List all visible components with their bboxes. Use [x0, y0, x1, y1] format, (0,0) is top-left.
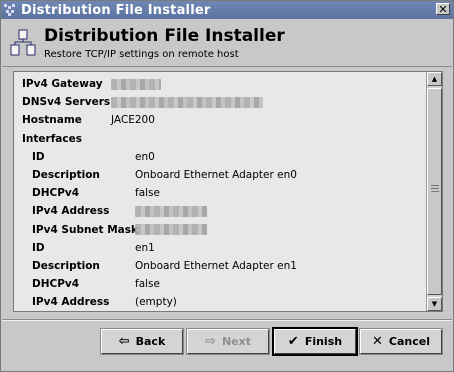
- property-value: en0: [135, 150, 155, 163]
- property-label: DHCPv4: [32, 187, 80, 200]
- redaction-blur: [135, 205, 207, 217]
- app-icon: [4, 4, 16, 16]
- property-label: ID: [32, 241, 45, 254]
- property-row: IPv4 Address: [14, 203, 426, 221]
- cancel-label: Cancel: [388, 335, 430, 348]
- scroll-up-button[interactable]: ▲: [427, 72, 442, 86]
- next-label: Next: [221, 335, 251, 348]
- redaction-blur: [111, 78, 161, 90]
- vertical-scrollbar[interactable]: ▲ ▼: [426, 72, 442, 311]
- network-hosts-icon: [10, 29, 36, 56]
- redacted-value: [135, 224, 207, 236]
- next-button[interactable]: ⇨ Next: [186, 328, 270, 355]
- settings-panel: IPv4 Gateway DNSv4 Servers Hostname JACE200…: [13, 71, 443, 312]
- property-label: DHCPv4: [32, 278, 80, 291]
- title-bar[interactable]: Distribution File Installer ✕: [1, 1, 453, 19]
- installer-window: Distribution File Installer ✕ Distributi…: [0, 0, 454, 372]
- property-row: IPv4 Address (empty): [14, 294, 426, 311]
- property-row: DHCPv4 false: [14, 185, 426, 203]
- scroll-down-button[interactable]: ▼: [427, 297, 442, 311]
- property-row: DNSv4 Servers: [14, 94, 426, 112]
- wizard-title: Distribution File Installer: [44, 26, 285, 46]
- property-label: Interfaces: [22, 132, 82, 145]
- wizard-subtitle: Restore TCP/IP settings on remote host: [44, 49, 239, 60]
- property-value: en1: [135, 241, 155, 254]
- wizard-header: Distribution File Installer Restore TCP/…: [2, 20, 452, 67]
- property-value: JACE200: [111, 114, 155, 127]
- redacted-value: [111, 96, 263, 108]
- property-label: IPv4 Address: [32, 205, 110, 218]
- arrow-left-icon: ⇦: [118, 334, 130, 349]
- property-value: false: [135, 187, 160, 200]
- property-label: IPv4 Subnet Mask: [32, 223, 138, 236]
- checkmark-icon: ✔: [287, 334, 299, 349]
- back-button[interactable]: ⇦ Back: [100, 328, 184, 355]
- property-row: DHCPv4 false: [14, 276, 426, 294]
- property-row: Interfaces: [14, 131, 426, 149]
- cancel-button[interactable]: ✕ Cancel: [359, 328, 443, 355]
- finish-label: Finish: [304, 335, 343, 348]
- redaction-blur: [135, 224, 207, 235]
- property-row: Hostname JACE200: [14, 112, 426, 130]
- property-label: IPv4 Address: [32, 296, 110, 309]
- property-row: Description Onboard Ethernet Adapter en1: [14, 258, 426, 276]
- scroll-thumb[interactable]: [427, 88, 442, 295]
- window-title: Distribution File Installer: [21, 2, 211, 18]
- property-label: ID: [32, 150, 45, 163]
- property-value: false: [135, 278, 160, 291]
- property-row: ID en1: [14, 240, 426, 258]
- redacted-value: [135, 205, 207, 217]
- property-label: DNSv4 Servers: [22, 96, 111, 109]
- close-x-icon: ✕: [372, 334, 383, 349]
- close-button[interactable]: ✕: [436, 3, 450, 15]
- grip-icon: [431, 185, 439, 194]
- property-label: IPv4 Gateway: [22, 78, 103, 90]
- property-label: Description: [32, 168, 100, 181]
- property-label: Hostname: [22, 114, 82, 127]
- property-list: IPv4 Gateway DNSv4 Servers Hostname JACE200…: [14, 72, 426, 311]
- property-row: Description Onboard Ethernet Adapter en0: [14, 167, 426, 185]
- property-row: IPv4 Gateway: [14, 76, 426, 94]
- property-value: (empty): [135, 296, 177, 309]
- back-label: Back: [135, 335, 166, 348]
- redacted-value: [111, 78, 161, 90]
- divider: [2, 319, 452, 321]
- property-label: Description: [32, 259, 100, 272]
- property-row: ID en0: [14, 149, 426, 167]
- arrow-right-icon: ⇨: [205, 334, 216, 349]
- property-row: IPv4 Subnet Mask: [14, 222, 426, 240]
- finish-button[interactable]: ✔ Finish: [272, 327, 358, 356]
- redaction-blur: [111, 96, 263, 108]
- property-value: Onboard Ethernet Adapter en1: [135, 259, 297, 272]
- property-value: Onboard Ethernet Adapter en0: [135, 168, 297, 181]
